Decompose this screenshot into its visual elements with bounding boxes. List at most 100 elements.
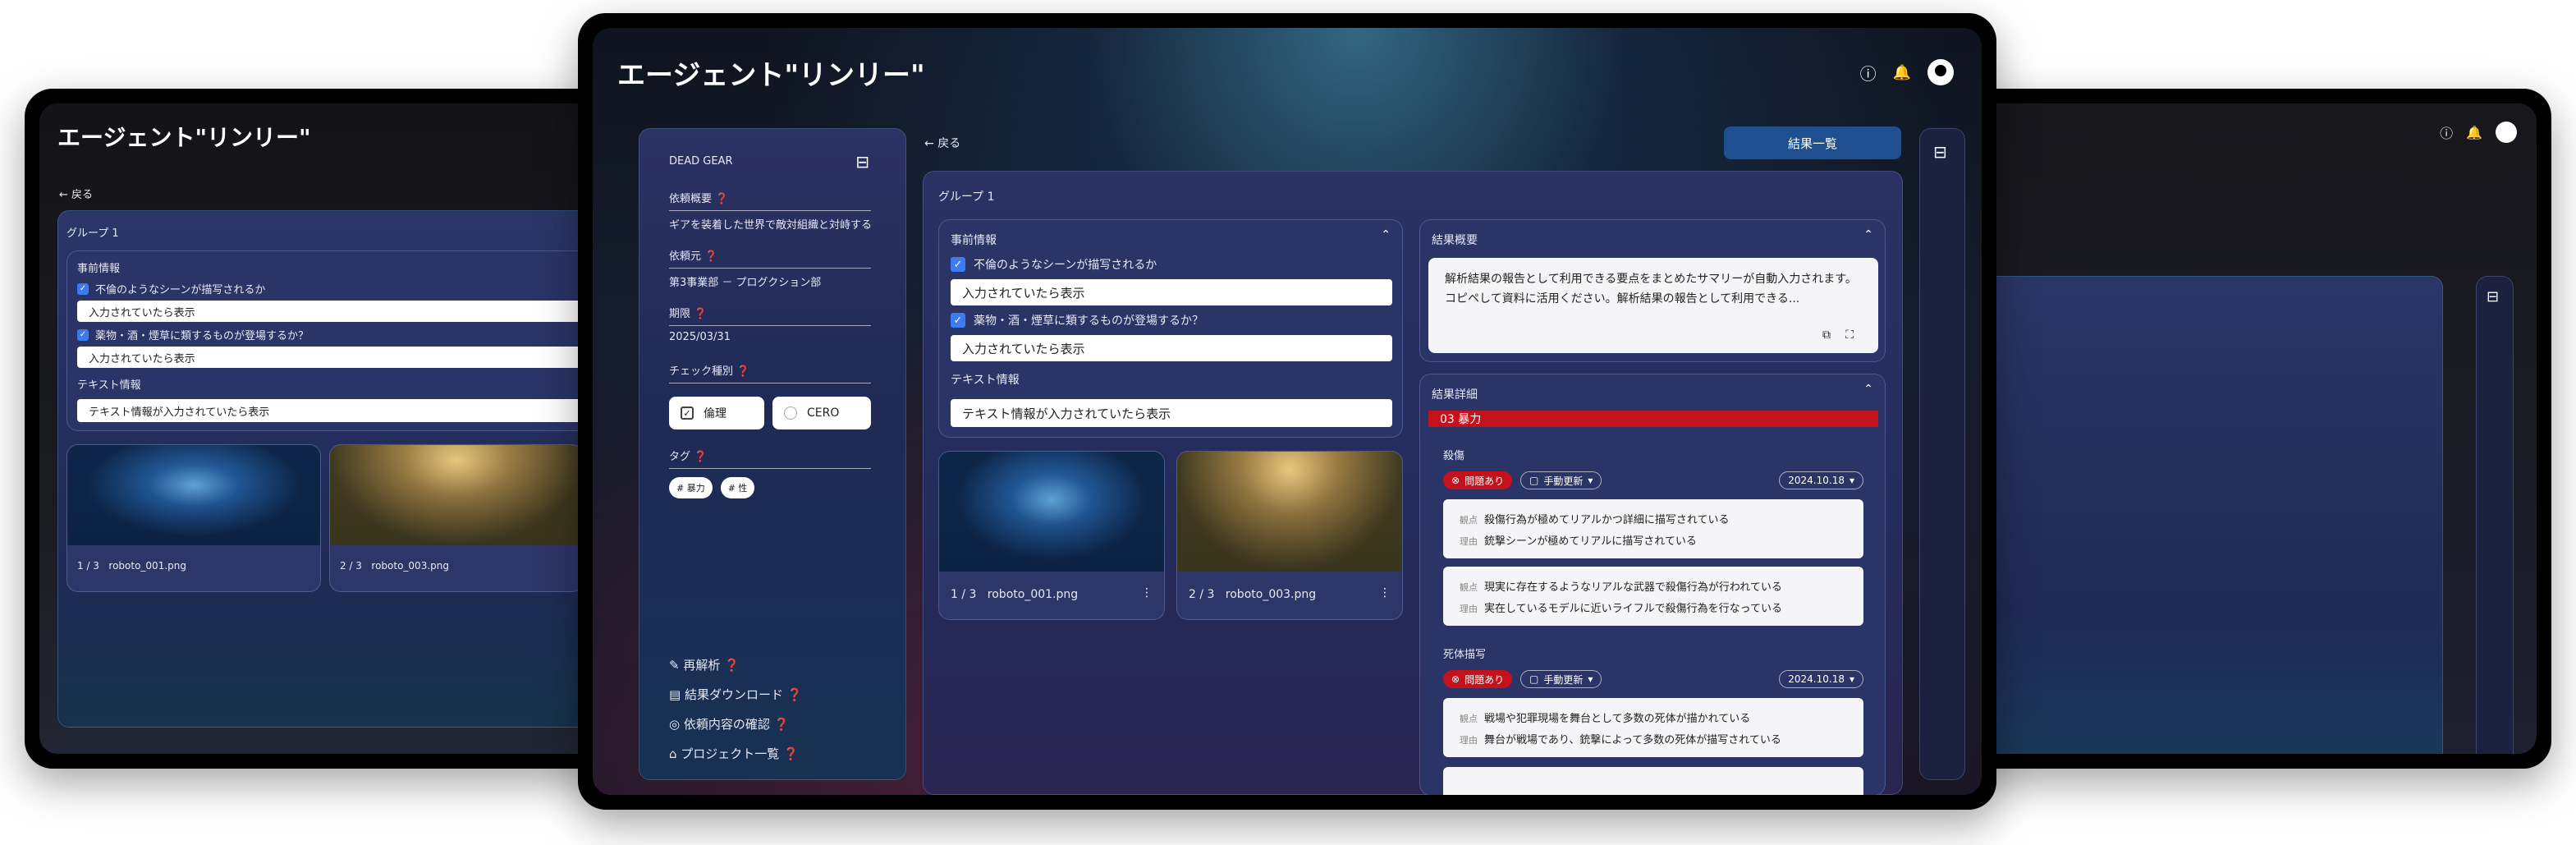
details-card: 結果詳細 ⌃ 03 暴力 殺傷 ⊗ 問題あり ▢ 手動更新 ▾ 2024.10.… — [1419, 374, 1886, 795]
checkbox[interactable]: ✓ — [951, 313, 965, 328]
update-chip[interactable]: ▢ 手動更新 ▾ — [1520, 471, 1602, 489]
image-filename: roboto_001.png — [987, 588, 1079, 601]
app-title: エージェント"リンリー" — [617, 59, 925, 92]
help-icon: ❓ — [694, 451, 708, 463]
text-info-value: テキスト情報が入力されていたら表示 — [951, 399, 1392, 427]
chevron-up-icon[interactable]: ⌃ — [1381, 228, 1391, 241]
right-device: ⓘ 🔔 ⊟ — [1960, 89, 2551, 769]
category-bar: 03 暴力 — [1428, 411, 1878, 427]
summary-title: 結果概要 — [1432, 234, 1478, 247]
reason-box — [1443, 767, 1863, 795]
tag-chip[interactable]: # 性 — [720, 477, 755, 498]
project-sidebar: DEAD GEAR ⊟ 依頼概要 ❓ ギアを装着した世界で敵対組織と対峙する… … — [639, 128, 906, 780]
text-info-label: テキスト情報 — [951, 374, 1020, 387]
image-counter: 1 / 3 — [951, 588, 977, 601]
date-chip[interactable]: 2024.10.18 ▾ — [1779, 670, 1863, 688]
collapse-sidebar-icon[interactable]: ⊟ — [2487, 288, 2499, 305]
pre-info-answer: 入力されていたら表示 — [951, 335, 1392, 361]
requester-label: 依頼元 ❓ — [669, 250, 718, 263]
request-summary-label: 依頼概要 ❓ — [669, 193, 729, 205]
requester-value: 第3事業部 － プログクション部 — [669, 277, 822, 289]
back-link[interactable]: ← 戻る — [59, 186, 93, 201]
right-collapsed-panel: ⊟ — [1919, 128, 1965, 780]
app-title: エージェント"リンリー" — [57, 124, 311, 151]
check-type-label: チェック種別 ❓ — [669, 365, 750, 378]
summary-text: 解析結果の報告として利用できる要点をまとめたサマリーが自動入力されます。コピペし… — [1445, 273, 1857, 305]
pre-info-question: ✓ 不倫のようなシーンが描写されるか — [951, 256, 1157, 273]
info-icon[interactable]: ⓘ — [1860, 61, 1877, 85]
pre-info-answer: 入力されていたら表示 — [77, 301, 601, 322]
account-icon[interactable] — [1927, 59, 1954, 85]
pre-info-card: 事前情報 ⌃ ✓ 不倫のようなシーンが描写されるか 入力されていたら表示 ✓ 薬物・… — [938, 219, 1403, 438]
section-name: 殺傷 — [1443, 450, 1465, 462]
collapse-sidebar-icon[interactable]: ⊟ — [855, 152, 869, 172]
checkbox[interactable]: ✓ — [951, 257, 965, 272]
main-device: エージェント"リンリー" ⓘ 🔔 DEAD GEAR ⊟ 依頼概要 ❓ ギアを装… — [578, 13, 1996, 810]
left-device: エージェント"リンリー" ← 戻る グループ 1 事前情報 ✓ 不倫のようなシーン… — [25, 89, 616, 769]
reason-box: 観点 殺傷行為が極めてリアルかつ詳細に描写されている 理由 銃撃シーンが極めてリアル… — [1443, 499, 1863, 558]
action-project-list[interactable]: ⌂ プロジェクト一覧 ❓ — [669, 745, 799, 762]
summary-card: 結果概要 ⌃ 解析結果の報告として利用できる要点をまとめたサマリーが自動入力され… — [1419, 219, 1886, 362]
copy-icon[interactable]: ⧉ — [1822, 328, 1831, 342]
image-card[interactable]: 1 / 3 roboto_001.png ⋮ — [938, 451, 1165, 620]
details-title: 結果詳細 — [1432, 388, 1478, 402]
deadline-label: 期限 ❓ — [669, 308, 708, 320]
request-summary-value: ギアを装着した世界で敵対組織と対峙する… — [669, 219, 871, 232]
reason-kanten: 戦場や犯罪現場を舞台として多数の死体が描かれている — [1484, 713, 1751, 725]
arrow-left-icon: ← — [924, 137, 934, 150]
account-icon[interactable] — [2496, 122, 2517, 143]
image-card[interactable]: 1 / 3 roboto_001.png — [66, 444, 321, 592]
reason-box: 観点 戦場や犯罪現場を舞台として多数の死体が描かれている 理由 舞台が戦場であり、銃… — [1443, 698, 1863, 757]
reason-riyu: 実在しているモデルに近いライフルで殺傷行為を行なっている — [1484, 603, 1782, 615]
image-card[interactable]: 2 / 3 roboto_003.png — [329, 444, 584, 592]
pre-info-answer: 入力されていたら表示 — [77, 347, 601, 368]
notification-icon[interactable]: 🔔 — [1893, 64, 1911, 81]
reason-box: 観点 現実に存在するようなリアルな武器で殺傷行為が行われている 理由 実在しているモ… — [1443, 567, 1863, 626]
chevron-up-icon[interactable]: ⌃ — [1863, 228, 1873, 241]
chevron-up-icon[interactable]: ⌃ — [1863, 383, 1873, 396]
help-icon: ❓ — [694, 308, 708, 320]
info-icon[interactable]: ⓘ — [2440, 122, 2453, 142]
more-vert-icon[interactable]: ⋮ — [1141, 586, 1153, 599]
image-card[interactable]: 2 / 3 roboto_003.png ⋮ — [1176, 451, 1403, 620]
image-filename: roboto_003.png — [1225, 588, 1317, 601]
tag-chip[interactable]: # 暴力 — [669, 477, 713, 498]
action-confirm-request[interactable]: ◎ 依頼内容の確認 ❓ — [669, 715, 789, 732]
image-thumbnail[interactable] — [939, 452, 1164, 572]
more-vert-icon[interactable]: ⋮ — [1379, 586, 1391, 599]
check-option-cero[interactable]: CERO — [772, 397, 871, 429]
project-name: DEAD GEAR — [669, 155, 733, 168]
action-download-results[interactable]: ▤ 結果ダウンロード ❓ — [669, 686, 802, 703]
results-list-button[interactable]: 結果一覧 — [1724, 126, 1901, 159]
text-info-value: テキスト情報が入力されていたら表示 — [77, 399, 601, 422]
pre-info-title: 事前情報 — [77, 263, 121, 275]
reason-kanten: 現実に存在するようなリアルな武器で殺傷行為が行われている — [1484, 581, 1782, 594]
pre-info-question: ✓ 薬物・酒・煙草に類するものが登場するか？ — [951, 312, 1203, 328]
notification-icon[interactable]: 🔔 — [2466, 125, 2482, 140]
back-link[interactable]: ← 戻る — [924, 135, 960, 151]
reason-riyu: 銃撃シーンが極めてリアルに描写されている — [1484, 535, 1697, 548]
deadline-value: 2025/03/31 — [669, 331, 731, 343]
text-info-label: テキスト情報 — [77, 379, 141, 392]
pre-info-title: 事前情報 — [951, 234, 997, 247]
section-name: 死体描写 — [1443, 649, 1487, 661]
image-thumbnail[interactable] — [1177, 452, 1402, 572]
status-badge[interactable]: ⊗ 問題あり — [1443, 670, 1513, 688]
status-badge[interactable]: ⊗ 問題あり — [1443, 471, 1513, 489]
expand-icon[interactable]: ⛶ — [1845, 328, 1854, 342]
update-chip[interactable]: ▢ 手動更新 ▾ — [1520, 670, 1602, 688]
help-icon: ❓ — [715, 193, 729, 205]
group-label: グループ 1 — [66, 227, 119, 240]
help-icon: ❓ — [704, 250, 718, 263]
help-icon: ❓ — [736, 365, 750, 378]
reason-kanten: 殺傷行為が極めてリアルかつ詳細に描写されている — [1484, 514, 1730, 526]
tags-label: タグ ❓ — [669, 451, 708, 463]
group-panel: グループ 1 事前情報 ⌃ ✓ 不倫のようなシーンが描写されるか 入力されていたら… — [923, 171, 1903, 795]
date-chip[interactable]: 2024.10.18 ▾ — [1779, 471, 1863, 489]
pre-info-question: ✓ 不倫のようなシーンが描写されるか — [77, 281, 265, 296]
pre-info-question: ✓ 薬物・酒・煙草に類するものが登場するか？ — [77, 327, 309, 342]
collapse-sidebar-icon[interactable]: ⊟ — [1933, 142, 1947, 162]
check-option-rinri[interactable]: ✓ 倫理 — [669, 397, 764, 429]
group-label: グループ 1 — [938, 191, 995, 204]
action-reanalyze[interactable]: ✎ 再解析 ❓ — [669, 656, 740, 673]
